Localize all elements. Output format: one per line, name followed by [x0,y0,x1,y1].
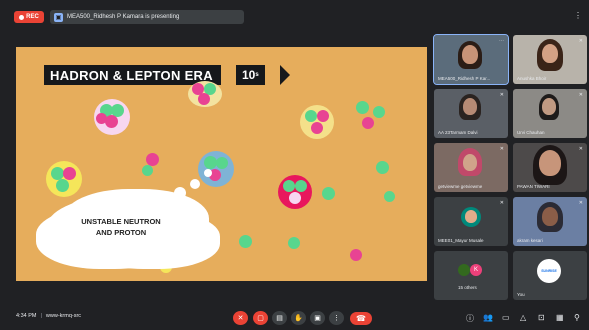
participant-tile[interactable]: ⋯ MEA500_Ridhesh P Kar... [433,34,509,85]
avatar [458,264,470,276]
others-tile[interactable]: K 15 others [434,251,508,300]
cloud-text: UNSTABLE NEUTRON AND PROTON [62,216,180,238]
particle-cluster [278,175,312,209]
mic-off-icon: ✕ [578,146,583,152]
avatar: K [470,264,482,276]
cloud-puff [174,187,186,199]
activities-icon[interactable]: △ [520,313,526,322]
meet-window: REC ▣ MEA500_Ridhesh P Kamara is present… [0,0,589,330]
face [542,44,558,63]
grid-view-icon[interactable]: ▦ [556,313,564,322]
face [463,98,477,115]
others-label: 15 others [458,285,477,290]
participant-name: Urvi Chauhan [517,130,545,135]
participant-name: MEA500_Ridhesh P Kar... [438,76,491,81]
participant-name: PAWAN TIWARI [517,184,550,189]
mic-off-icon: ✕ [578,92,583,98]
host-controls-icon[interactable]: ⊡ [538,313,545,322]
particle [384,191,395,202]
self-logo-text: SUNRISE [541,269,557,273]
camera-off-icon[interactable]: ▢ [253,311,268,325]
captions-icon[interactable]: ▤ [272,311,287,325]
particle [142,165,153,176]
cloud-line-1: UNSTABLE NEUTRON [81,217,161,226]
face [465,210,477,223]
cloud-puff [204,169,212,177]
chat-icon[interactable]: ▭ [502,313,510,322]
shared-screen-slide: HADRON & LEPTON ERA 10 s UNSTABLE NEUTRO… [16,47,427,281]
particle-cluster [46,161,82,197]
people-icon[interactable]: 👥 [483,313,493,322]
info-icon[interactable]: ⓘ [466,313,474,324]
raise-hand-icon[interactable]: ✋ [291,311,306,325]
self-label: You [517,292,525,297]
participant-name: getviewme getviewme [438,184,483,189]
face [463,154,477,171]
cloud-puff [190,179,200,189]
end-call-icon[interactable]: ☎ [350,312,372,325]
face [542,207,558,226]
separator: | [40,313,42,319]
participant-tile[interactable]: ✕ getviewme getviewme [434,143,508,192]
cloud-line-2: AND PROTON [95,228,147,237]
particle [239,235,252,248]
others-avatar-letter: K [473,267,478,273]
recording-badge[interactable]: REC [14,11,44,23]
mic-off-icon[interactable]: ✕ [233,311,248,325]
present-icon[interactable]: ▣ [310,311,325,325]
slide-title: HADRON & LEPTON ERA [44,65,221,85]
particle [322,187,335,200]
participant-name: AA 23Tarmam Dalvi [438,130,478,135]
meeting-details: 4:34 PM | www-krmq-src [16,313,81,319]
particle [373,106,385,118]
top-more-icon[interactable]: ⋮ [574,12,582,20]
top-bar: REC ▣ MEA500_Ridhesh P Kamara is present… [0,0,589,28]
bottom-bar: 4:34 PM | www-krmq-src ✕ ▢ ▤ ✋ ▣ ⋮ ☎ ⓘ 👥… [0,305,589,330]
participant-tile[interactable]: ✕ PAWAN TIWARI [513,143,587,192]
presenting-text: MEA500_Ridhesh P Kamara is presenting [67,14,180,20]
particle-cluster [94,99,130,135]
mic-off-icon: ✕ [499,92,504,98]
participant-name: MEE01_Mayur Musale [438,238,484,243]
record-dot-icon [19,14,25,20]
particle [376,161,389,174]
slide-time: 10 [242,68,256,82]
particle-cluster [300,105,334,139]
banner-tail [280,65,290,85]
participant-name: Anushka Bhoir [517,76,547,81]
particle-cluster [188,81,222,107]
particle [362,117,374,129]
presenting-banner[interactable]: ▣ MEA500_Ridhesh P Kamara is presenting [50,10,244,24]
person-icon[interactable]: ⚲ [574,313,580,322]
slide-time-banner: 10 s [236,65,265,85]
participant-tile[interactable]: ✕ Urvi Chauhan [513,89,587,138]
face [462,45,478,64]
particle [350,249,362,261]
more-options-icon[interactable]: ⋮ [329,311,344,325]
present-screen-icon: ▣ [54,12,63,22]
particle [356,101,369,114]
participant-tile[interactable]: ✕ akram kesari [513,197,587,246]
self-tile[interactable]: SUNRISE You [513,251,587,300]
mic-off-icon: ✕ [499,146,504,152]
mic-off-icon: ✕ [578,38,583,44]
current-time: 4:34 PM [16,313,37,319]
face [539,150,561,176]
particle [288,237,300,249]
participant-tile[interactable]: ✕ MEE01_Mayur Musale [434,197,508,246]
particle-cluster [198,151,234,187]
participant-tile[interactable]: ✕ Anushka Bhoir [513,35,587,84]
face [542,98,556,115]
mic-off-icon: ✕ [578,200,583,206]
more-options-icon[interactable]: ⋯ [499,38,504,44]
mic-off-icon: ✕ [499,200,504,206]
self-logo: SUNRISE [537,259,561,283]
meeting-code: www-krmq-src [45,313,82,319]
slide-time-unit: s [255,72,259,78]
recording-label: REC [26,14,39,20]
participant-tile[interactable]: ✕ AA 23Tarmam Dalvi [434,89,508,138]
participant-name: akram kesari [517,238,543,243]
